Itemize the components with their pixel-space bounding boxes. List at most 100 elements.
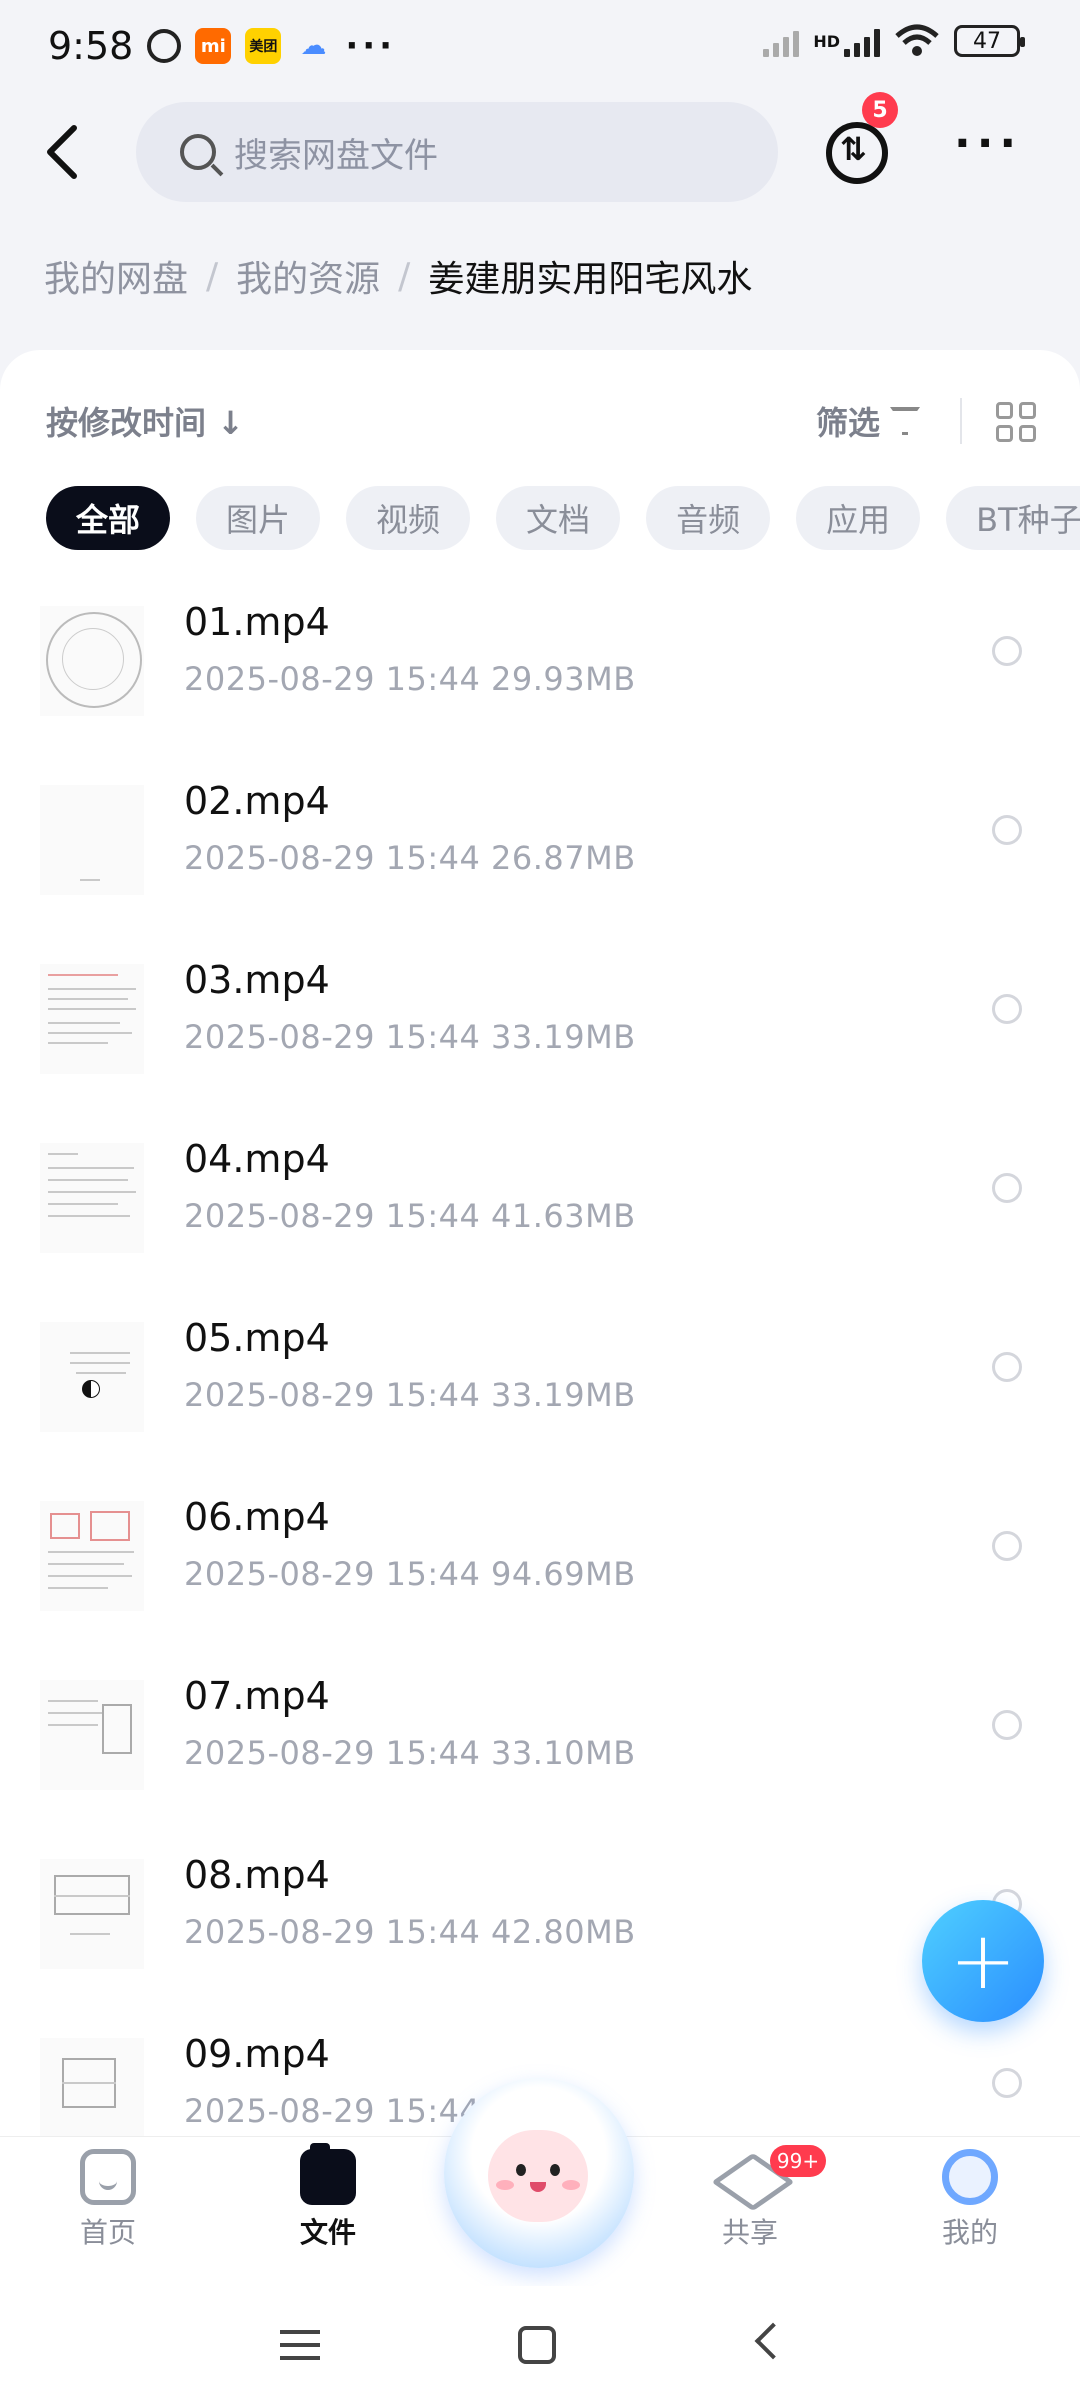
breadcrumb-separator: / <box>398 255 411 297</box>
grid-view-icon[interactable] <box>996 402 1036 442</box>
battery-indicator: 47 <box>954 25 1025 57</box>
clock: 9:58 <box>48 24 134 68</box>
file-name: 05.mp4 <box>184 1316 330 1360</box>
filter-button[interactable]: 筛选 <box>816 398 921 444</box>
chip-bt-torrents[interactable]: BT种子 <box>946 486 1080 550</box>
select-radio[interactable] <box>992 1173 1022 1203</box>
select-radio[interactable] <box>992 994 1022 1024</box>
file-row[interactable]: 04.mp4 2025-08-29 15:44 41.63MB <box>0 1117 1080 1296</box>
select-radio[interactable] <box>992 1352 1022 1382</box>
video-thumbnail <box>40 785 144 895</box>
system-nav-bar <box>0 2286 1080 2400</box>
video-thumbnail <box>40 1322 144 1432</box>
file-meta: 2025-08-29 15:44 41.63MB <box>184 1197 636 1235</box>
recent-apps-icon[interactable] <box>280 2330 320 2360</box>
file-row[interactable]: 01.mp4 2025-08-29 15:44 29.93MB <box>0 580 1080 759</box>
search-placeholder: 搜索网盘文件 <box>234 135 438 176</box>
file-meta: 2025-08-29 15:44 29.93MB <box>184 660 636 698</box>
status-bar: 9:58 mi 美团 ☁ ··· HD 47 <box>0 0 1080 92</box>
video-thumbnail <box>40 606 144 716</box>
add-button[interactable]: + <box>922 1900 1044 2022</box>
system-back-icon[interactable] <box>754 2322 792 2360</box>
folder-icon <box>300 2143 356 2205</box>
select-radio[interactable] <box>992 815 1022 845</box>
select-radio[interactable] <box>992 1531 1022 1561</box>
video-thumbnail <box>40 964 144 1074</box>
tab-share-label: 共享 <box>721 2216 778 2249</box>
chip-apps[interactable]: 应用 <box>796 486 921 550</box>
transfer-list-button[interactable]: ⇅ 5 <box>826 92 898 184</box>
tab-home-label: 首页 <box>79 2216 136 2249</box>
breadcrumb-item-my-disk[interactable]: 我的网盘 <box>44 250 188 302</box>
network-type: HD <box>813 31 840 51</box>
wifi-icon <box>895 24 939 56</box>
file-meta: 2025-08-29 15:44 <box>184 2092 481 2130</box>
home-icon <box>80 2149 136 2205</box>
back-arrow-icon[interactable] <box>38 122 88 182</box>
profile-icon <box>942 2149 998 2205</box>
more-options-icon[interactable]: ··· <box>954 122 1022 166</box>
file-row[interactable]: 08.mp4 2025-08-29 15:44 42.80MB <box>0 1833 1080 2012</box>
chip-audio[interactable]: 音频 <box>646 486 771 550</box>
transfer-badge: 5 <box>862 92 898 128</box>
file-meta: 2025-08-29 15:44 33.10MB <box>184 1734 636 1772</box>
file-list-panel: 按修改时间 ↓ 筛选 全部 图片 视频 文档 音频 应用 BT种子 01.mp4… <box>0 350 1080 2148</box>
signal-icon-1 <box>763 25 800 57</box>
toolbar-divider <box>960 398 962 444</box>
funnel-icon <box>890 407 921 435</box>
file-name: 01.mp4 <box>184 600 330 644</box>
chip-images[interactable]: 图片 <box>196 486 321 550</box>
breadcrumb-separator: / <box>206 255 219 297</box>
meituan-app-icon: 美团 <box>245 28 282 64</box>
file-name: 08.mp4 <box>184 1853 330 1897</box>
select-radio[interactable] <box>992 2068 1022 2098</box>
file-row[interactable]: 07.mp4 2025-08-29 15:44 33.10MB <box>0 1654 1080 1833</box>
tab-home[interactable]: 首页 <box>38 2149 178 2251</box>
transfer-icon: ⇅ <box>840 130 867 168</box>
file-meta: 2025-08-29 15:44 33.19MB <box>184 1018 636 1056</box>
chip-documents[interactable]: 文档 <box>496 486 621 550</box>
video-thumbnail <box>40 1143 144 1253</box>
file-name: 04.mp4 <box>184 1137 330 1181</box>
file-name: 06.mp4 <box>184 1495 330 1539</box>
file-row[interactable]: 05.mp4 2025-08-29 15:44 33.19MB <box>0 1296 1080 1475</box>
video-thumbnail <box>40 1859 144 1969</box>
file-meta: 2025-08-29 15:44 94.69MB <box>184 1555 636 1593</box>
chip-all[interactable]: 全部 <box>46 486 171 550</box>
mascot-face <box>488 2130 588 2222</box>
category-chips: 全部 图片 视频 文档 音频 应用 BT种子 <box>46 486 1080 550</box>
file-meta: 2025-08-29 15:44 33.19MB <box>184 1376 636 1414</box>
file-meta: 2025-08-29 15:44 26.87MB <box>184 839 636 877</box>
file-name: 02.mp4 <box>184 779 330 823</box>
search-icon <box>180 134 216 170</box>
tab-me-label: 我的 <box>941 2216 998 2249</box>
video-thumbnail <box>40 1501 144 1611</box>
more-notifications-icon: ··· <box>345 26 397 66</box>
file-name: 03.mp4 <box>184 958 330 1002</box>
assistant-mascot-button[interactable] <box>444 2078 634 2268</box>
file-name: 07.mp4 <box>184 1674 330 1718</box>
tab-me[interactable]: 我的 <box>900 2149 1040 2251</box>
file-meta: 2025-08-29 15:44 42.80MB <box>184 1913 636 1951</box>
share-badge: 99+ <box>770 2145 826 2177</box>
select-radio[interactable] <box>992 636 1022 666</box>
chip-videos[interactable]: 视频 <box>346 486 471 550</box>
breadcrumb-current: 姜建朋实用阳宅风水 <box>428 259 753 300</box>
tab-files[interactable]: 文件 <box>258 2143 398 2251</box>
search-input[interactable]: 搜索网盘文件 <box>136 102 778 202</box>
filter-label: 筛选 <box>816 404 881 442</box>
sort-by-modified-button[interactable]: 按修改时间 ↓ <box>46 398 244 444</box>
tab-files-label: 文件 <box>299 2216 356 2249</box>
file-name: 09.mp4 <box>184 2032 330 2076</box>
file-row[interactable]: 03.mp4 2025-08-29 15:44 33.19MB <box>0 938 1080 1117</box>
home-square-icon[interactable] <box>518 2326 556 2364</box>
alarm-icon <box>147 29 182 63</box>
file-row[interactable]: 02.mp4 2025-08-29 15:44 26.87MB <box>0 759 1080 938</box>
file-row[interactable]: 06.mp4 2025-08-29 15:44 94.69MB <box>0 1475 1080 1654</box>
breadcrumb-item-my-resources[interactable]: 我的资源 <box>236 250 380 302</box>
tab-share[interactable]: 共享 99+ <box>680 2145 826 2251</box>
video-thumbnail <box>40 2038 144 2148</box>
mi-app-icon: mi <box>195 28 232 64</box>
select-radio[interactable] <box>992 1710 1022 1740</box>
video-thumbnail <box>40 1680 144 1790</box>
